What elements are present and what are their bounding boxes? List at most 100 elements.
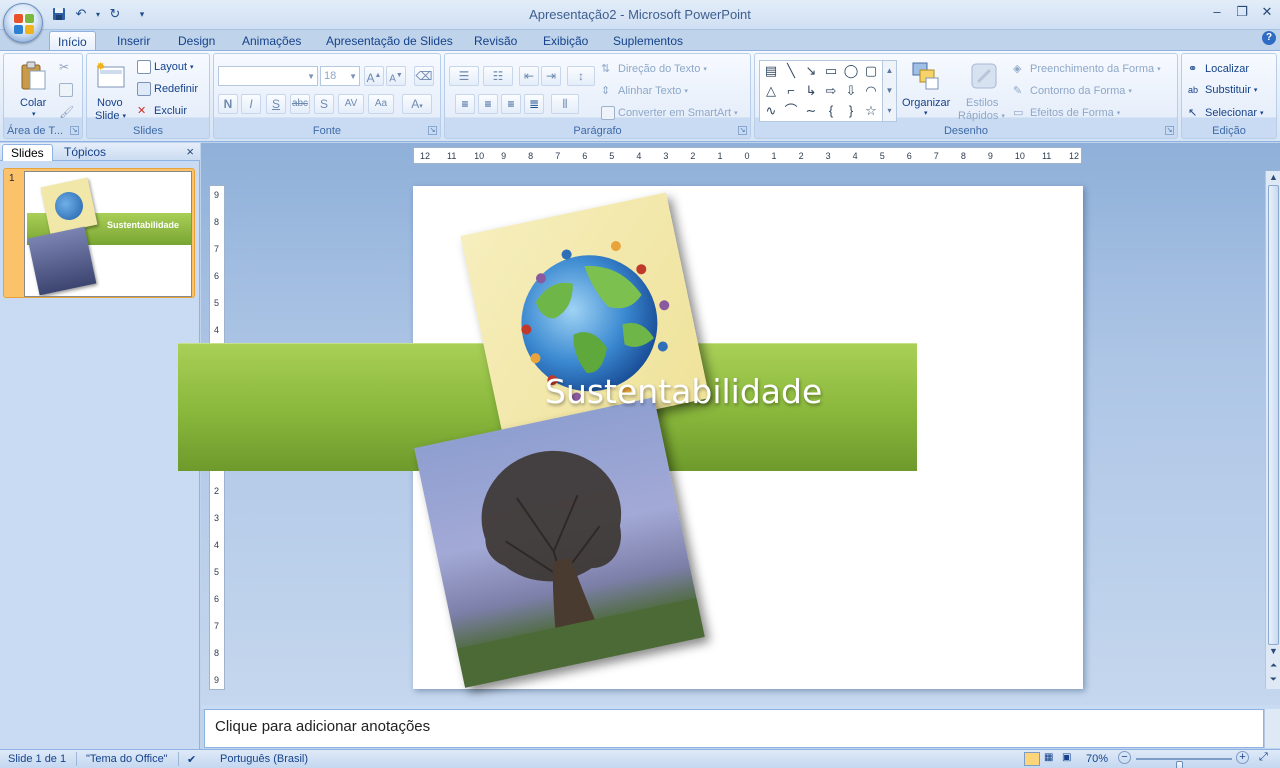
- scroll-up-icon[interactable]: ▲: [1267, 171, 1280, 184]
- text-direction-button[interactable]: ⇅ Direção do Texto ▾: [601, 62, 707, 76]
- paste-dropdown-icon[interactable]: ▾: [32, 110, 36, 118]
- grow-font-icon[interactable]: A▲: [364, 66, 384, 86]
- language[interactable]: Português (Brasil): [220, 753, 308, 765]
- arrange-dropdown-icon[interactable]: ▾: [924, 109, 928, 117]
- increase-indent-icon[interactable]: ⇥: [541, 66, 561, 86]
- line-spacing-icon[interactable]: ↕: [567, 66, 595, 86]
- slide-thumbnail-selected[interactable]: 1 Sustentabilidade: [3, 168, 195, 298]
- align-text-button[interactable]: ⇕ Alinhar Texto ▾: [601, 84, 688, 98]
- zoom-in-icon[interactable]: +: [1236, 751, 1249, 764]
- reset-button[interactable]: Redefinir: [137, 82, 198, 96]
- slide-thumbnail[interactable]: Sustentabilidade: [24, 171, 192, 297]
- tab-suplementos[interactable]: Suplementos: [605, 31, 691, 51]
- change-case-icon[interactable]: Aa: [368, 94, 394, 114]
- previous-slide-icon[interactable]: ⏶: [1267, 659, 1280, 672]
- scribble-shape-icon[interactable]: ∿: [762, 102, 780, 120]
- justify-icon[interactable]: ≣: [524, 94, 544, 114]
- align-left-icon[interactable]: ≡: [455, 94, 475, 114]
- zoom-slider-knob[interactable]: [1176, 761, 1184, 768]
- restore-button[interactable]: ❐: [1231, 4, 1253, 22]
- right-arrow-shape-icon[interactable]: ⇨: [822, 82, 840, 100]
- replace-button[interactable]: ab Substituir ▾: [1188, 84, 1257, 96]
- clipboard-launcher-icon[interactable]: ↘: [70, 126, 79, 135]
- arrange-icon[interactable]: [910, 60, 942, 92]
- drawing-launcher-icon[interactable]: ↘: [1165, 126, 1174, 135]
- tab-animacoes[interactable]: Animações: [234, 31, 309, 51]
- char-spacing-icon[interactable]: AV: [338, 94, 364, 114]
- zoom-out-icon[interactable]: −: [1118, 751, 1131, 764]
- new-slide-icon[interactable]: ✸: [94, 60, 126, 92]
- help-icon[interactable]: ?: [1262, 31, 1276, 45]
- wave-shape-icon[interactable]: ∼: [802, 102, 820, 120]
- star-shape-icon[interactable]: ☆: [862, 102, 880, 120]
- quick-styles-label[interactable]: Estilos: [966, 97, 998, 109]
- shape-outline-button[interactable]: ✎ Contorno da Forma ▾: [1013, 84, 1132, 98]
- tab-revisao[interactable]: Revisão: [466, 31, 525, 51]
- next-slide-icon[interactable]: ⏷: [1267, 673, 1280, 686]
- gallery-scroll[interactable]: ▲ ▼ ▾: [882, 61, 896, 121]
- bold-icon[interactable]: N: [218, 94, 238, 114]
- tab-slides[interactable]: Slides: [2, 144, 53, 161]
- close-button[interactable]: ✕: [1256, 4, 1278, 22]
- textbox-shape-icon[interactable]: ▤: [762, 62, 780, 80]
- columns-icon[interactable]: ⫴: [551, 94, 579, 114]
- italic-icon[interactable]: I: [241, 94, 261, 114]
- shadow-icon[interactable]: S: [314, 94, 334, 114]
- find-button[interactable]: ⚭ Localizar: [1188, 62, 1249, 76]
- rectangle-shape-icon[interactable]: ▭: [822, 62, 840, 80]
- down-arrow-shape-icon[interactable]: ⇩: [842, 82, 860, 100]
- normal-view-icon[interactable]: [1024, 752, 1040, 766]
- scroll-thumb[interactable]: [1268, 185, 1279, 645]
- delete-slide-button[interactable]: ✕ Excluir: [137, 104, 187, 118]
- quick-styles-label-2[interactable]: Rápidos ▾: [958, 110, 1005, 122]
- vertical-scrollbar[interactable]: ▲ ▼ ⏶ ⏷: [1265, 171, 1280, 689]
- tab-inicio[interactable]: Início: [49, 31, 96, 51]
- new-slide-button[interactable]: Novo: [97, 97, 123, 109]
- paragraph-launcher-icon[interactable]: ↘: [738, 126, 747, 135]
- underline-icon[interactable]: S: [266, 94, 286, 114]
- shape-effects-button[interactable]: ▭ Efeitos de Forma ▾: [1013, 106, 1120, 120]
- elbow-arrow-icon[interactable]: ↳: [802, 82, 820, 100]
- bullets-icon[interactable]: ☰: [449, 66, 479, 86]
- fit-to-window-icon[interactable]: ⤢: [1259, 751, 1273, 765]
- layout-button[interactable]: Layout ▾: [137, 60, 194, 74]
- numbering-icon[interactable]: ☷: [483, 66, 513, 86]
- slideshow-view-icon[interactable]: ▣: [1062, 752, 1076, 766]
- office-button[interactable]: [3, 3, 43, 43]
- line-shape-icon[interactable]: ╲: [782, 62, 800, 80]
- tab-exibicao[interactable]: Exibição: [535, 31, 596, 51]
- elbow-connector-icon[interactable]: ⌐: [782, 82, 800, 100]
- zoom-slider[interactable]: [1136, 758, 1232, 768]
- rounded-rect-shape-icon[interactable]: ▢: [862, 62, 880, 80]
- close-icon[interactable]: ×: [186, 144, 194, 159]
- arrow-line-shape-icon[interactable]: ↘: [802, 62, 820, 80]
- curve-shape-icon[interactable]: ⌒: [782, 102, 800, 120]
- sorter-view-icon[interactable]: ▦: [1044, 752, 1058, 766]
- shape-fill-button[interactable]: ◈ Preenchimento da Forma ▾: [1013, 62, 1161, 76]
- theme-name[interactable]: "Tema do Office": [86, 753, 168, 765]
- tab-topicos[interactable]: Tópicos: [56, 144, 114, 161]
- left-brace-shape-icon[interactable]: {: [822, 102, 840, 120]
- decrease-indent-icon[interactable]: ⇤: [519, 66, 539, 86]
- new-slide-dropdown[interactable]: Slide ▾: [95, 110, 126, 122]
- smartart-button[interactable]: Converter em SmartArt ▾: [601, 106, 738, 120]
- copy-icon[interactable]: [59, 83, 73, 97]
- spellcheck-icon[interactable]: ✔: [187, 753, 196, 766]
- right-brace-shape-icon[interactable]: }: [842, 102, 860, 120]
- quick-styles-icon[interactable]: [968, 60, 1000, 92]
- tab-inserir[interactable]: Inserir: [109, 31, 158, 51]
- format-painter-icon[interactable]: 🖌: [59, 105, 74, 119]
- font-size-combo[interactable]: 18 ▼: [320, 66, 360, 86]
- tree-head-image[interactable]: [414, 397, 705, 688]
- freeform-shape-icon[interactable]: ◠: [862, 82, 880, 100]
- minimize-button[interactable]: –: [1206, 4, 1228, 22]
- align-right-icon[interactable]: ≡: [501, 94, 521, 114]
- tab-design[interactable]: Design: [170, 31, 223, 51]
- cut-icon[interactable]: ✂: [59, 60, 69, 74]
- triangle-shape-icon[interactable]: △: [762, 82, 780, 100]
- font-name-combo[interactable]: ▼: [218, 66, 318, 86]
- slide-title[interactable]: Sustentabilidade: [545, 372, 822, 411]
- select-button[interactable]: ↖ Selecionar ▾: [1188, 106, 1264, 120]
- font-color-icon[interactable]: A▾: [402, 94, 432, 114]
- arrange-button[interactable]: Organizar: [902, 97, 950, 109]
